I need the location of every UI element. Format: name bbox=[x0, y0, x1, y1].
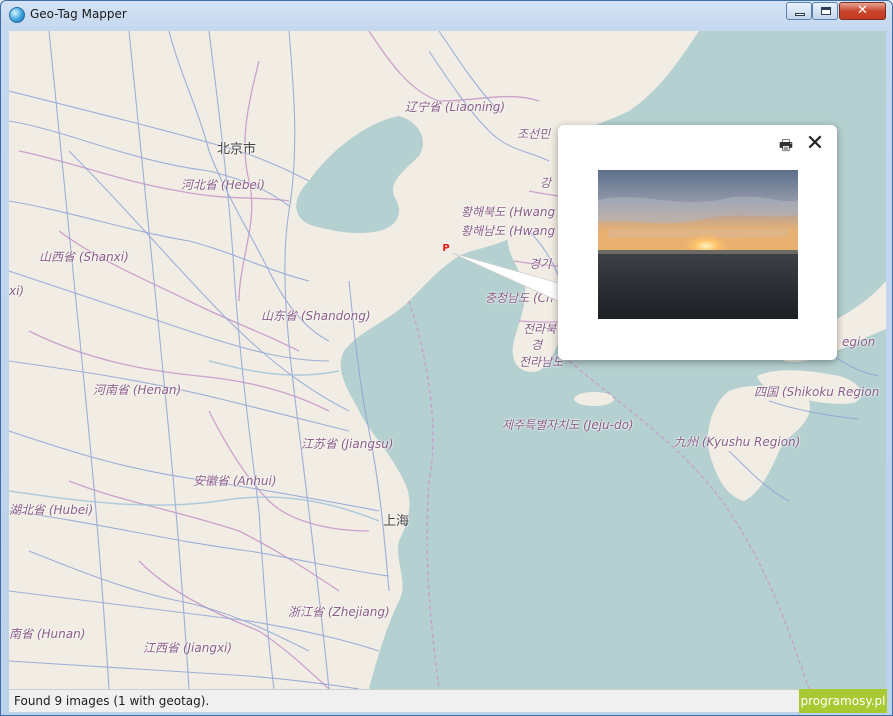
map-label-jiangsu: 江苏省 (Jiangsu) bbox=[301, 437, 394, 451]
sunset-photo bbox=[598, 170, 798, 319]
map-label-region-edge: egion bbox=[842, 335, 876, 349]
map-label-hubei: 湖北省 (Hubei) bbox=[9, 503, 94, 517]
photo-thumbnail[interactable] bbox=[598, 170, 798, 319]
map-label-chungcheong: 충청남도 (Ch bbox=[485, 291, 554, 305]
status-bar: Found 9 images (1 with geotag). programo… bbox=[9, 689, 887, 713]
title-bar[interactable]: Geo-Tag Mapper ✕ bbox=[1, 1, 892, 29]
popup-close-button[interactable]: ✕ bbox=[805, 133, 825, 155]
map-label-beijing: 北京市 bbox=[217, 142, 257, 157]
close-icon: ✕ bbox=[857, 3, 868, 18]
print-icon[interactable]: 🖶 bbox=[777, 136, 795, 154]
map-label-shanxi: 山西省 (Shanxi) bbox=[39, 250, 129, 264]
map-view[interactable]: 辽宁省 (Liaoning) 北京市 河北省 (Hebei) 山西省 (Shan… bbox=[9, 31, 886, 689]
map-label-gang: 강 bbox=[540, 176, 552, 190]
map-label-zhejiang: 浙江省 (Zhejiang) bbox=[288, 605, 390, 619]
map-label-shikoku: 四国 (Shikoku Region bbox=[754, 385, 880, 399]
maximize-button[interactable] bbox=[812, 2, 838, 20]
map-label-gyeonggi: 경기 bbox=[529, 257, 552, 271]
map-label-hwanghae-north: 황해북도 (Hwang bbox=[461, 205, 556, 219]
photo-popup: 🖶 ✕ bbox=[558, 125, 837, 360]
globe-icon bbox=[9, 7, 25, 23]
map-label-jeju: 제주특별자치도 (Jeju-do) bbox=[502, 418, 634, 432]
map-label-shanghai: 上海 bbox=[383, 514, 410, 529]
map-label-henan: 河南省 (Henan) bbox=[93, 383, 182, 397]
map-label-liaoning: 辽宁省 (Liaoning) bbox=[405, 100, 506, 114]
map-label-hwanghae-south: 황해남도 (Hwang bbox=[461, 224, 556, 238]
map-label-hebei: 河北省 (Hebei) bbox=[181, 178, 265, 192]
status-text: Found 9 images (1 with geotag). bbox=[14, 694, 210, 708]
photo-location-marker[interactable]: P bbox=[440, 243, 452, 255]
map-label-xi-fragment: xi) bbox=[9, 284, 25, 298]
map-label-jiangxi: 江西省 (Jiangxi) bbox=[143, 641, 233, 655]
app-window: Geo-Tag Mapper ✕ 辽宁省 (Liaoning) 北京市 河北省 … bbox=[0, 0, 893, 716]
map-label-shandong: 山东省 (Shandong) bbox=[261, 309, 371, 323]
window-title: Geo-Tag Mapper bbox=[30, 7, 127, 21]
minimize-icon bbox=[795, 13, 805, 16]
map-label-anhui: 安徽省 (Anhui) bbox=[193, 474, 277, 488]
maximize-icon bbox=[821, 7, 831, 15]
minimize-button[interactable] bbox=[786, 2, 812, 20]
map-label-gyeong: 경 bbox=[531, 338, 543, 352]
brand-logo: programosy.pl bbox=[799, 689, 887, 713]
map-label-kyushu: 九州 (Kyushu Region) bbox=[674, 435, 801, 449]
map-label-hunan: 南省 (Hunan) bbox=[9, 627, 86, 641]
map-label-joseon: 조선민 bbox=[517, 127, 551, 141]
close-window-button[interactable]: ✕ bbox=[839, 2, 886, 20]
map-label-jeolla-north: 전라북 bbox=[523, 322, 557, 336]
map-label-jeolla-south: 전라남도 bbox=[519, 355, 564, 369]
